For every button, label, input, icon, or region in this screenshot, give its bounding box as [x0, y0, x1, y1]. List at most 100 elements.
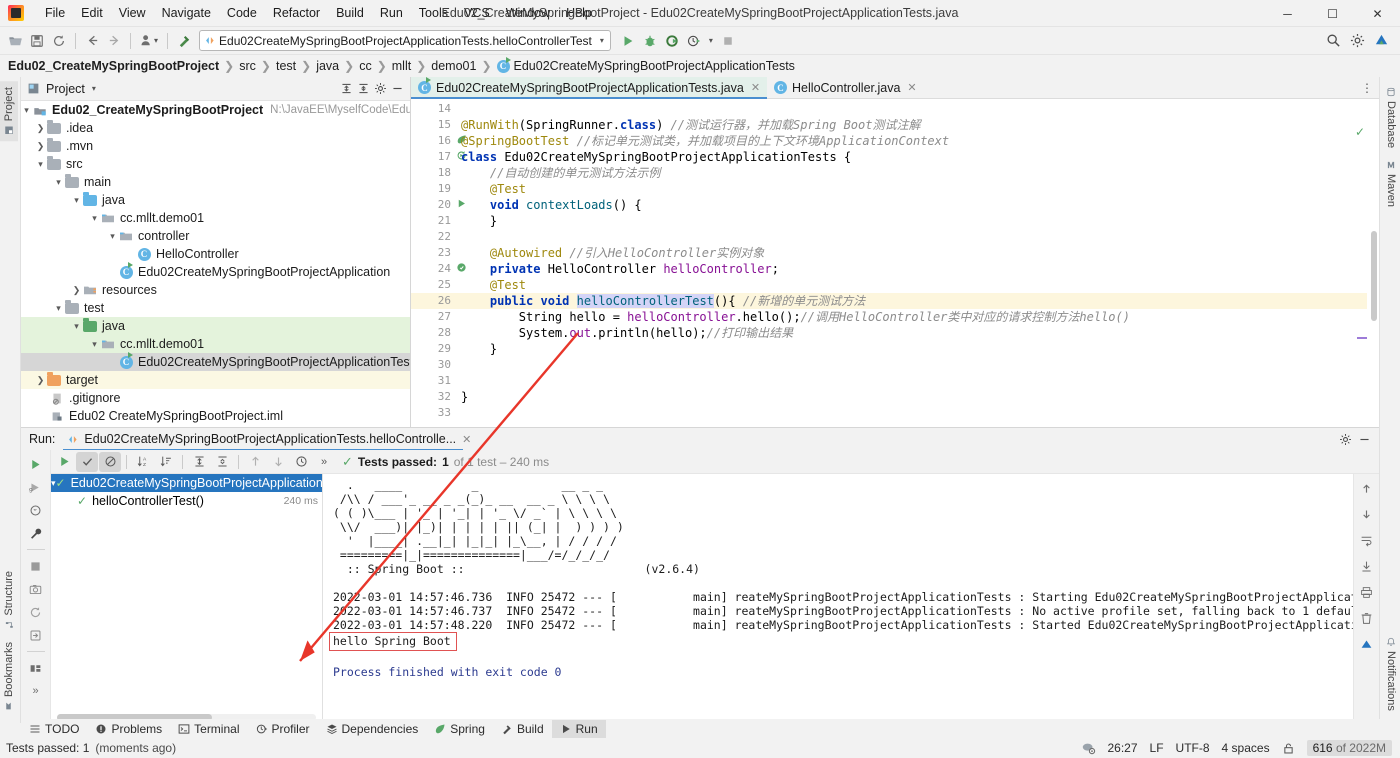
bottom-item-spring[interactable]: Spring [426, 720, 493, 738]
gutter-line-18[interactable]: 18 [411, 165, 455, 181]
tree-node-main[interactable]: ▾ main [21, 173, 410, 191]
bottom-item-todo[interactable]: TODO [21, 720, 87, 738]
scroll-down-icon[interactable] [1357, 504, 1377, 524]
code-line-27[interactable]: String hello = helloController.hello();/… [455, 309, 1379, 325]
breadcrumb[interactable]: Edu02_CreateMySpringBootProject ❯ src ❯ … [0, 55, 1400, 77]
more-icon[interactable]: » [25, 681, 47, 701]
soft-wrap-icon[interactable] [1357, 530, 1377, 550]
bottom-item-run[interactable]: Run [551, 719, 606, 738]
print-icon[interactable] [1357, 582, 1377, 602]
run-tab[interactable]: Edu02CreateMySpringBootProjectApplicatio… [63, 430, 475, 451]
chevron-right-icon[interactable]: ❯ [35, 123, 46, 134]
gutter-line-30[interactable]: 30 [411, 357, 455, 373]
test-result-tree[interactable]: ▾ ✓ Edu02CreateMySpringBootProjectApplic… [51, 474, 482, 723]
test-tree-method[interactable]: ✓ helloControllerTest() 240 ms [51, 492, 322, 510]
code-line-30[interactable] [455, 357, 1379, 373]
settings-gear-icon[interactable] [1346, 30, 1368, 52]
debug-icon[interactable] [639, 30, 661, 52]
hide-icon[interactable] [1358, 433, 1371, 446]
code-line-17[interactable]: class Edu02CreateMySpringBootProjectAppl… [455, 149, 1379, 165]
collapse-all-icon[interactable] [211, 452, 233, 472]
collapse-all-icon[interactable] [357, 82, 370, 95]
run-configuration-selector[interactable]: Edu02CreateMySpringBootProjectApplicatio… [199, 30, 611, 51]
sidebar-item-database[interactable]: Database [1382, 81, 1400, 154]
chevron-down-icon[interactable]: ▾ [154, 36, 158, 45]
gutter-line-33[interactable]: 33 [411, 405, 455, 421]
maximize-button[interactable]: ☐ [1310, 0, 1355, 27]
chevron-down-icon[interactable]: ▾ [89, 213, 100, 224]
chevron-down-icon[interactable]: ▾ [92, 84, 96, 93]
gutter-line-19[interactable]: 19 [411, 181, 455, 197]
breadcrumb-project[interactable]: Edu02_CreateMySpringBootProject [8, 59, 219, 73]
settings-wrench-icon[interactable] [25, 523, 47, 543]
gutter-line-16[interactable]: 16 [411, 133, 466, 149]
chevron-right-icon[interactable]: ❯ [35, 141, 46, 152]
code-line-26[interactable]: public void helloControllerTest(){ //新增的… [455, 293, 1379, 309]
code-line-21[interactable]: } [455, 213, 1379, 229]
close-icon[interactable]: ✕ [751, 81, 760, 94]
bottom-item-problems[interactable]: Problems [87, 720, 170, 738]
chevron-right-icon[interactable]: ❯ [71, 285, 82, 296]
breadcrumb-demo01[interactable]: demo01 [431, 59, 476, 73]
caret-position[interactable]: 26:27 [1108, 741, 1138, 755]
tree-node-test[interactable]: ▾ test [21, 299, 410, 317]
restart-icon[interactable] [25, 602, 47, 622]
run-with-coverage-icon[interactable] [661, 30, 683, 52]
code-editor[interactable]: 14 15 16 17 18 19 20 21 22 23 24 25 26 27 28 29 30 31 32 33… [411, 99, 1379, 427]
chevron-down-icon[interactable]: ▾ [53, 177, 64, 188]
layout-icon[interactable] [25, 658, 47, 678]
vertical-scrollbar-thumb[interactable] [1371, 231, 1377, 321]
tree-node-gitignore[interactable]: .gitignore [21, 389, 410, 407]
settings-gear-icon[interactable] [1339, 433, 1352, 446]
prev-failed-icon[interactable] [244, 452, 266, 472]
event-log-icon[interactable] [1081, 741, 1096, 755]
test-tree-root[interactable]: ▾ ✓ Edu02CreateMySpringBootProjectApplic… [51, 474, 482, 492]
open-folder-icon[interactable] [4, 30, 26, 52]
code-line-19[interactable]: @Test [455, 181, 1379, 197]
code-line-31[interactable] [455, 373, 1379, 389]
file-encoding[interactable]: UTF-8 [1176, 741, 1210, 755]
tree-node-src[interactable]: ▾ src [21, 155, 410, 173]
tree-node-target[interactable]: ❯ target [21, 371, 410, 389]
breadcrumb-test[interactable]: test [276, 59, 296, 73]
rerun-green-icon[interactable] [53, 452, 75, 472]
bottom-item-dependencies[interactable]: Dependencies [318, 720, 427, 738]
trash-icon[interactable] [1357, 608, 1377, 628]
sidebar-item-notifications[interactable]: Notifications [1382, 631, 1400, 717]
close-button[interactable]: ✕ [1355, 0, 1400, 27]
sidebar-item-maven[interactable]: Maven [1382, 154, 1400, 213]
code-line-22[interactable] [455, 229, 1379, 245]
menu-tools[interactable]: Tools [411, 3, 456, 23]
tree-node-hello-controller[interactable]: C HelloController [21, 245, 410, 263]
lock-icon[interactable] [1282, 742, 1295, 755]
more-tabs-icon[interactable]: ⋮ [1361, 81, 1373, 95]
chevron-down-icon[interactable]: ▾ [53, 303, 64, 314]
editor-code[interactable]: @RunWith(SpringRunner.class) //测试运行器，并加载… [455, 99, 1379, 427]
expand-all-icon[interactable] [340, 82, 353, 95]
tree-node-controller[interactable]: ▾ controller [21, 227, 410, 245]
tree-node-idea[interactable]: ❯ .idea [21, 119, 410, 137]
forward-arrow-icon[interactable] [103, 30, 125, 52]
search-icon[interactable] [1322, 30, 1344, 52]
sidebar-item-project[interactable]: Project [0, 81, 18, 142]
menu-edit[interactable]: Edit [73, 3, 111, 23]
sort-duration-icon[interactable] [155, 452, 177, 472]
gutter-line-21[interactable]: 21 [411, 213, 455, 229]
breadcrumb-cc[interactable]: cc [359, 59, 372, 73]
menu-navigate[interactable]: Navigate [154, 3, 219, 23]
scroll-up-icon[interactable] [1357, 478, 1377, 498]
gutter-line-17[interactable]: 17 [411, 149, 466, 165]
memory-indicator[interactable]: 616 of 2022M [1306, 740, 1392, 756]
close-icon[interactable]: ✕ [462, 433, 471, 446]
editor-gutter[interactable]: 14 15 16 17 18 19 20 21 22 23 24 25 26 27 28 29 30 31 32 33 [411, 99, 466, 427]
expand-all-icon[interactable] [188, 452, 210, 472]
gutter-line-14[interactable]: 14 [411, 101, 455, 117]
gutter-line-15[interactable]: 15 [411, 117, 455, 133]
save-icon[interactable] [26, 30, 48, 52]
hide-icon[interactable] [391, 82, 404, 95]
gutter-line-26[interactable]: 26 [411, 293, 466, 309]
minimize-button[interactable]: ─ [1265, 0, 1310, 27]
gutter-line-31[interactable]: 31 [411, 373, 455, 389]
gutter-line-23[interactable]: 23 [411, 245, 455, 261]
history-icon[interactable] [290, 452, 312, 472]
